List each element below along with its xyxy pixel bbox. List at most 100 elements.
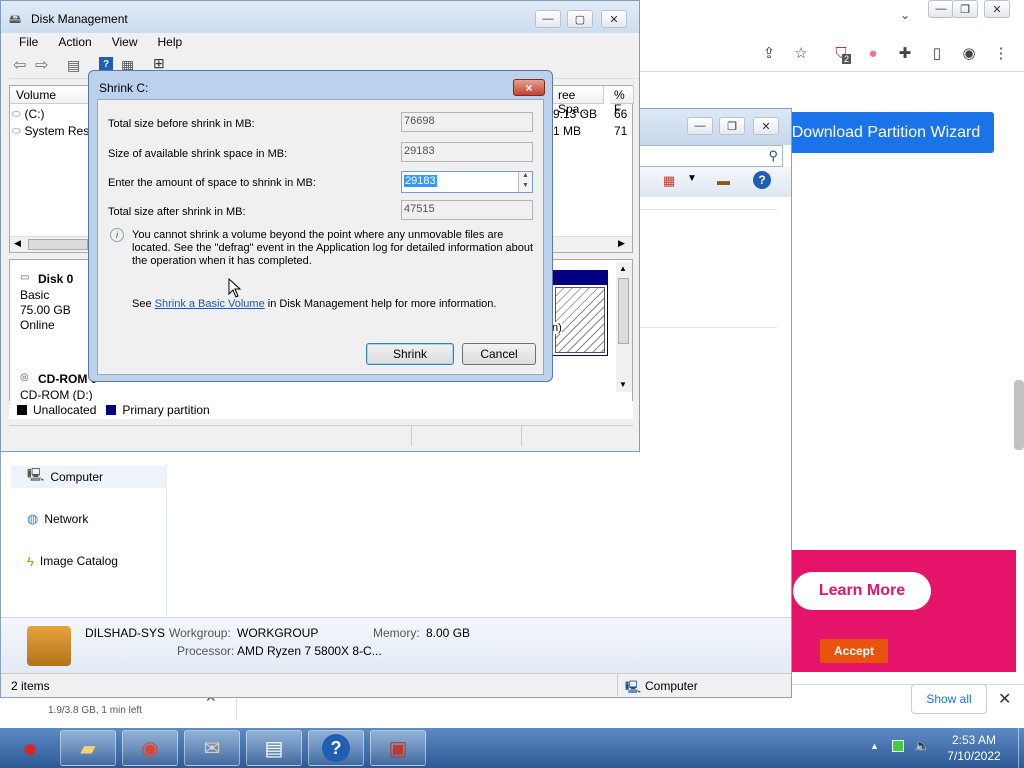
volume-tray-icon[interactable]: 🔈 bbox=[914, 738, 930, 754]
share-icon[interactable]: ⇪ bbox=[760, 44, 778, 62]
shrink-dialog: Shrink C: × Total size before shrink in … bbox=[88, 70, 553, 382]
scrollbar[interactable] bbox=[1014, 380, 1024, 450]
column-header-volume[interactable]: Volume bbox=[10, 86, 90, 104]
memory-label: Memory: bbox=[373, 626, 420, 640]
chevron-down-icon[interactable]: ⌄ bbox=[900, 8, 910, 22]
computer-icon: 🖳 bbox=[27, 467, 45, 482]
download-partition-wizard-button[interactable]: Download Partition Wizard bbox=[778, 112, 994, 153]
scroll-left-icon[interactable]: ◀ bbox=[14, 238, 21, 249]
extension-icon[interactable]: ● bbox=[864, 44, 882, 62]
scroll-up-icon[interactable]: ▲ bbox=[619, 264, 627, 273]
column-header-percent-free[interactable]: % F bbox=[610, 86, 634, 116]
taskbar-app[interactable]: ✉ bbox=[184, 730, 240, 766]
vertical-scrollbar[interactable]: ▲ ▼ bbox=[616, 262, 632, 392]
shrink-amount-input[interactable]: 29183 ▲ ▼ bbox=[401, 171, 533, 193]
volume-name: (C:) bbox=[24, 107, 45, 121]
cdrom-info[interactable]: ◎ CD-ROM 0 CD-ROM (D:) bbox=[12, 370, 97, 402]
menu-help[interactable]: Help bbox=[148, 33, 193, 53]
shrink-button[interactable]: Shrink bbox=[366, 343, 454, 365]
table-row[interactable]: ⬭ (C:) bbox=[12, 106, 92, 122]
profile-icon[interactable]: ◉ bbox=[960, 44, 978, 62]
taskbar-help[interactable]: ? bbox=[308, 730, 364, 766]
total-size-before-field: 76698 bbox=[401, 112, 533, 132]
help-icon[interactable]: ? bbox=[753, 171, 771, 189]
clock-time: 2:53 AM bbox=[951, 733, 997, 747]
explorer-restore-button[interactable]: ❐ bbox=[719, 117, 745, 135]
preview-pane-icon[interactable]: ▬ bbox=[717, 173, 730, 188]
memory-value: 8.00 GB bbox=[426, 626, 471, 640]
cdrom-label: CD-ROM (D:) bbox=[20, 388, 93, 402]
folder-icon: ▰ bbox=[80, 737, 96, 760]
star-icon[interactable]: ☆ bbox=[792, 44, 810, 62]
start-button[interactable]: ● bbox=[4, 728, 56, 768]
column-header-free-space[interactable]: ree Spa... bbox=[552, 86, 604, 116]
installer-icon: ▤ bbox=[264, 737, 284, 760]
forward-arrow-icon[interactable]: ⇨ bbox=[35, 55, 48, 75]
legend-swatch-unallocated bbox=[17, 405, 27, 415]
taskbar-computer-management[interactable]: ▣ bbox=[370, 730, 426, 766]
volume-icon: ⬭ bbox=[12, 108, 21, 120]
table-row[interactable]: ⬭ System Res bbox=[12, 123, 92, 139]
nav-item-label: Network bbox=[44, 512, 89, 526]
spin-down-icon[interactable]: ▼ bbox=[522, 182, 529, 189]
spin-up-icon[interactable]: ▲ bbox=[522, 172, 529, 179]
accept-button[interactable]: Accept bbox=[820, 639, 888, 663]
search-icon[interactable]: ⚲ bbox=[768, 148, 778, 164]
console-tree-icon[interactable]: ▤ bbox=[67, 57, 80, 74]
chrome-restore-button[interactable]: ❐ bbox=[952, 0, 978, 18]
nav-item-network[interactable]: ◍ Network bbox=[27, 508, 88, 530]
nav-item-image-catalog[interactable]: ϟ Image Catalog bbox=[27, 550, 118, 572]
maximize-button[interactable]: ▢ bbox=[567, 10, 593, 28]
tray-arrow-icon[interactable]: ▲ bbox=[870, 741, 879, 751]
scroll-down-icon[interactable]: ▼ bbox=[619, 380, 627, 389]
menu-file[interactable]: File bbox=[9, 33, 48, 53]
chrome-toolbar: ⇪ ☆ ⛉ 2 ● ✚ ▯ ◉ ⋮ bbox=[620, 36, 1024, 72]
explorer-minimize-button[interactable]: — bbox=[687, 117, 713, 135]
nav-item-computer[interactable]: 🖳 Computer bbox=[11, 466, 167, 488]
menu-kebab-icon[interactable]: ⋮ bbox=[992, 44, 1010, 62]
show-all-button[interactable]: Show all bbox=[911, 684, 987, 714]
explorer-close-button[interactable]: ✕ bbox=[753, 117, 779, 135]
cancel-button[interactable]: Cancel bbox=[462, 343, 536, 365]
partition-selected[interactable]: n) bbox=[552, 287, 605, 353]
shrink-basic-volume-link[interactable]: Shrink a Basic Volume bbox=[155, 298, 265, 310]
chrome-titlebar: ⌄ — ❐ ✕ bbox=[620, 0, 1024, 36]
taskbar-installer[interactable]: ▤ bbox=[246, 730, 302, 766]
disk0-status: Online bbox=[20, 318, 55, 332]
view-icon[interactable]: ▦ bbox=[663, 173, 675, 189]
explorer-search-input[interactable]: ⚲ bbox=[637, 145, 783, 167]
volume-free: 1 MB bbox=[553, 124, 582, 138]
learn-more-button[interactable]: Learn More bbox=[793, 572, 931, 610]
system-clock[interactable]: 2:53 AM 7/10/2022 bbox=[934, 732, 1014, 766]
volume-percent: 71 bbox=[614, 124, 628, 138]
disk0-info[interactable]: ▭ Disk 0 Basic 75.00 GB Online bbox=[12, 266, 90, 356]
scroll-right-icon[interactable]: ▶ bbox=[618, 238, 625, 249]
scroll-thumb[interactable] bbox=[618, 278, 629, 344]
download-bar-close-icon[interactable]: ✕ bbox=[998, 689, 1011, 709]
chrome-minimize-button[interactable]: — bbox=[928, 0, 954, 18]
side-panel-icon[interactable]: ▯ bbox=[928, 44, 946, 62]
network-tray-icon[interactable] bbox=[892, 740, 904, 752]
dialog-close-button[interactable]: × bbox=[513, 79, 545, 96]
cdrom-icon: ◎ bbox=[20, 372, 29, 383]
taskbar-chrome[interactable]: ◉ bbox=[122, 730, 178, 766]
info-text: You cannot shrink a volume beyond the po… bbox=[132, 229, 534, 267]
disk0-type: Basic bbox=[20, 288, 50, 302]
spin-stepper[interactable]: ▲ ▼ bbox=[518, 172, 532, 192]
disk-management-icon: 🖴 bbox=[9, 12, 22, 26]
scroll-thumb[interactable] bbox=[28, 239, 88, 250]
show-desktop-button[interactable] bbox=[1018, 728, 1024, 768]
menu-action[interactable]: Action bbox=[48, 33, 101, 53]
puzzle-icon[interactable]: ✚ bbox=[896, 44, 914, 62]
taskbar-explorer[interactable]: ▰ bbox=[60, 730, 116, 766]
help-icon[interactable]: ? bbox=[99, 57, 113, 71]
back-arrow-icon[interactable]: ⇦ bbox=[13, 55, 26, 75]
chevron-down-icon[interactable]: ▼ bbox=[687, 173, 697, 184]
partition-block[interactable]: n) bbox=[552, 270, 608, 356]
menu-view[interactable]: View bbox=[102, 33, 148, 53]
chrome-close-button[interactable]: ✕ bbox=[984, 0, 1010, 18]
processor-value: AMD Ryzen 7 5800X 8-C... bbox=[237, 644, 382, 658]
network-icon: ◍ bbox=[27, 511, 39, 526]
minimize-button[interactable]: — bbox=[535, 10, 561, 28]
close-button[interactable]: ✕ bbox=[601, 10, 627, 28]
